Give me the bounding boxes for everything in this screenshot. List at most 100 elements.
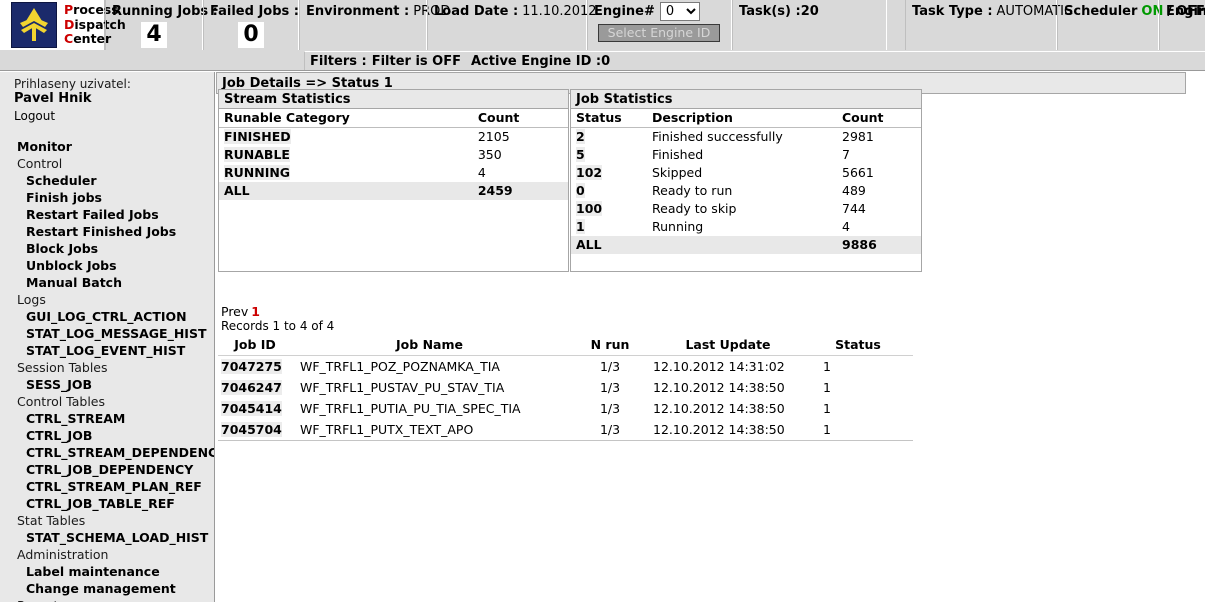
sidebar-item-finish-jobs[interactable]: Finish jobs <box>0 189 214 206</box>
job-col-description: Description <box>647 109 837 128</box>
last-update-cell: 12.10.2012 14:38:50 <box>653 419 803 441</box>
table-row: 102 Skipped 5661 <box>571 164 921 182</box>
sidebar-group-stat-tables[interactable]: Stat Tables <box>0 512 214 529</box>
job-status-value: ALL <box>576 237 602 252</box>
sidebar-item-manual-batch[interactable]: Manual Batch <box>0 274 214 291</box>
sidebar-item-stat-schema-load-hist[interactable]: STAT_SCHEMA_LOAD_HIST <box>0 529 214 546</box>
job-count-cell: 9886 <box>837 236 921 254</box>
filters-status[interactable]: Filter is OFF <box>372 54 461 69</box>
header-cells-row: Process Dispatch Center Running Jobs : 4… <box>0 0 1205 50</box>
job-status-value: 1 <box>576 219 585 234</box>
environment-label: Environment : <box>306 4 410 19</box>
sidebar-group-session-tables[interactable]: Session Tables <box>0 359 214 376</box>
stream-category-cell: FINISHED <box>219 128 473 147</box>
job-id-cell[interactable]: 7045414 <box>218 398 292 419</box>
stream-count-cell: 350 <box>477 147 502 162</box>
job-count-cell: 2981 <box>842 129 874 144</box>
app-logo: Process Dispatch Center <box>0 0 126 50</box>
job-count-cell: 7 <box>842 147 850 162</box>
header-spacer <box>887 0 905 50</box>
details-col-n-run: N run <box>567 336 653 356</box>
job-status-value: 102 <box>576 165 603 180</box>
last-update-cell: 12.10.2012 14:38:50 <box>653 401 785 416</box>
job-description-cell: Finished successfully <box>652 129 783 144</box>
job-status-value: 0 <box>576 183 585 198</box>
sidebar-item-ctrl-stream[interactable]: CTRL_STREAM <box>0 410 214 427</box>
stream-col-count: Count <box>472 109 568 128</box>
failed-jobs-counter: 0 <box>204 22 298 48</box>
stream-count-cell: 2105 <box>477 129 510 144</box>
sidebar-item-scheduler[interactable]: Scheduler <box>0 172 214 189</box>
job-status-cell: 2 <box>571 128 647 147</box>
sidebar-group-report[interactable]: Report <box>0 597 214 602</box>
sidebar-group-control[interactable]: Control <box>0 155 214 172</box>
job-id-cell[interactable]: 7046247 <box>218 377 292 398</box>
sidebar-item-restart-failed-jobs[interactable]: Restart Failed Jobs <box>0 206 214 223</box>
stream-col-category: Runable Category <box>219 109 473 128</box>
job-id-value: 7045704 <box>221 422 282 437</box>
stream-statistics-panel: Stream Statistics Runable Category Count… <box>218 89 569 272</box>
sidebar-item-ctrl-stream-dependency[interactable]: CTRL_STREAM_DEPENDENCY <box>0 444 214 461</box>
table-row: ALL 9886 <box>571 236 921 254</box>
status-cell: 1 <box>803 419 913 441</box>
scheduler-toggle-cell: Scheduler ON / OFF <box>1057 0 1205 50</box>
n-run-cell: 1/3 <box>599 401 621 416</box>
sidebar-item-ctrl-job[interactable]: CTRL_JOB <box>0 427 214 444</box>
filters-label: Filters : <box>310 53 367 69</box>
sidebar-menu: Monitor Control Scheduler Finish jobs Restar… <box>0 138 214 602</box>
details-col-job-name: Job Name <box>292 336 567 356</box>
job-name-cell: WF_TRFL1_PUTIA_PU_TIA_SPEC_TIA <box>300 401 521 416</box>
job-status-cell: 100 <box>571 200 647 218</box>
sidebar-item-block-jobs[interactable]: Block Jobs <box>0 240 214 257</box>
stream-statistics-body: FINISHED 2105 RUNABLE 350 RUNNING 4 ALL 2459 <box>219 128 568 200</box>
select-engine-id-button[interactable]: Select Engine ID <box>598 24 720 42</box>
job-status-cell: 5 <box>571 146 647 164</box>
sidebar-item-ctrl-job-dependency[interactable]: CTRL_JOB_DEPENDENCY <box>0 461 214 478</box>
job-id-cell[interactable]: 7047275 <box>218 356 292 378</box>
table-row: 0 Ready to run 489 <box>571 182 921 200</box>
sidebar-item-sess-job[interactable]: SESS_JOB <box>0 376 214 393</box>
stream-statistics-title: Stream Statistics <box>219 90 568 109</box>
sidebar-group-control-tables[interactable]: Control Tables <box>0 393 214 410</box>
user-block: Prihlaseny uzivatel: Pavel Hnik Logout <box>0 72 214 124</box>
sidebar-item-label-maintenance[interactable]: Label maintenance <box>0 563 214 580</box>
engine-number-select[interactable]: 0 <box>659 2 700 21</box>
running-jobs-counter: 4 <box>106 22 202 48</box>
logo-line1-initial: P <box>64 2 74 18</box>
environment-cell: Environment : PROD <box>299 0 450 50</box>
engine-number-label: Engine# <box>594 4 655 19</box>
sidebar-item-stat-log-message-hist[interactable]: STAT_LOG_MESSAGE_HIST <box>0 325 214 342</box>
job-description-cell: Ready to run <box>652 183 733 198</box>
stream-category-cell: RUNNING <box>219 164 473 182</box>
logo-line3-initial: C <box>64 31 74 47</box>
app-header: Process Dispatch Center Running Jobs : 4… <box>0 0 1205 71</box>
sidebar-item-stat-log-event-hist[interactable]: STAT_LOG_EVENT_HIST <box>0 342 214 359</box>
job-id-cell[interactable]: 7045704 <box>218 419 292 441</box>
failed-jobs-label: Failed Jobs : <box>210 4 299 19</box>
job-description-cell: Skipped <box>652 165 703 180</box>
load-date-cell: Load Date : 11.10.2012 <box>427 0 597 50</box>
sidebar-item-monitor[interactable]: Monitor <box>0 138 214 155</box>
table-row: RUNABLE 350 <box>219 146 568 164</box>
last-update-cell: 12.10.2012 14:31:02 <box>653 359 785 374</box>
sidebar-item-ctrl-stream-plan-ref[interactable]: CTRL_STREAM_PLAN_REF <box>0 478 214 495</box>
prev-page-link[interactable]: Prev <box>221 304 248 319</box>
sidebar-group-administration[interactable]: Administration <box>0 546 214 563</box>
sidebar-item-gui-log-ctrl-action[interactable]: GUI_LOG_CTRL_ACTION <box>0 308 214 325</box>
job-details-header-row: Job ID Job Name N run Last Update Status <box>218 336 913 356</box>
job-count-cell: 744 <box>842 201 866 216</box>
sidebar-item-unblock-jobs[interactable]: Unblock Jobs <box>0 257 214 274</box>
logout-link[interactable]: Logout <box>14 108 214 124</box>
table-row: 100 Ready to skip 744 <box>571 200 921 218</box>
sidebar-item-restart-finished-jobs[interactable]: Restart Finished Jobs <box>0 223 214 240</box>
sidebar-item-change-management[interactable]: Change management <box>0 580 214 597</box>
task-type-cell: Task Type : AUTOMATIC <box>905 0 1073 50</box>
stream-category-value: FINISHED <box>224 129 291 144</box>
job-description-cell: Running <box>652 219 704 234</box>
sidebar-item-ctrl-job-table-ref[interactable]: CTRL_JOB_TABLE_REF <box>0 495 214 512</box>
load-date-label: Load Date : <box>434 4 519 19</box>
current-page-number[interactable]: 1 <box>251 304 260 319</box>
table-row: ALL 2459 <box>219 182 568 200</box>
sidebar-group-logs[interactable]: Logs <box>0 291 214 308</box>
status-cell: 1 <box>823 401 831 416</box>
